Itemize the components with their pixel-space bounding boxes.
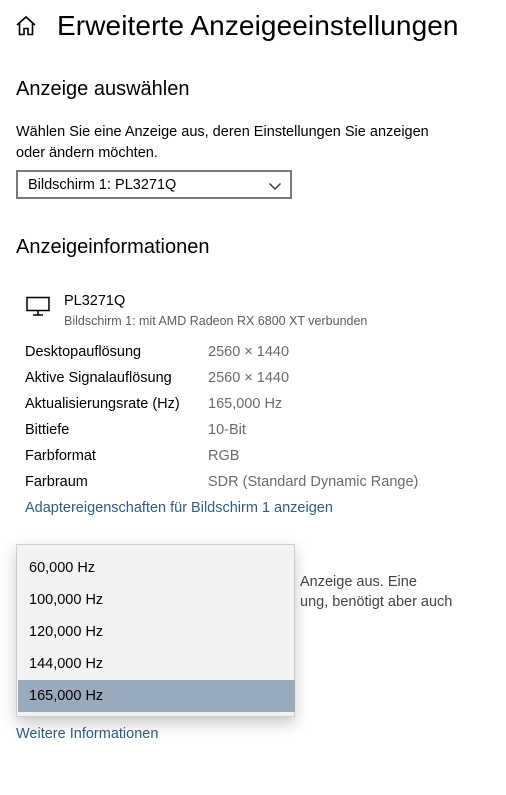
- display-select[interactable]: Bildschirm 1: PL3271Q: [16, 170, 292, 199]
- info-value: 165,000 Hz: [208, 396, 283, 412]
- select-display-heading: Anzeige auswählen: [16, 78, 190, 100]
- select-display-description: Wählen Sie eine Anzeige aus, deren Einst…: [16, 124, 429, 161]
- monitor-name: PL3271Q: [64, 293, 126, 309]
- display-select-value: Bildschirm 1: PL3271Q: [28, 177, 177, 193]
- background-text: ung, benötigt aber auch: [300, 594, 453, 610]
- dropdown-option-selected[interactable]: 165,000 Hz: [18, 680, 295, 712]
- home-icon[interactable]: [14, 14, 38, 38]
- info-label: Bittiefe: [25, 422, 70, 438]
- info-label: Farbformat: [25, 448, 96, 464]
- info-label: Aktive Signalauflösung: [25, 370, 172, 386]
- monitor-icon: [26, 296, 52, 318]
- info-row: Desktopauflösung 2560 × 1440: [25, 344, 495, 366]
- info-value: 2560 × 1440: [208, 344, 290, 360]
- info-row: Bittiefe 10-Bit: [25, 422, 495, 444]
- page-title: Erweiterte Anzeigeeinstellungen: [57, 10, 459, 41]
- info-label: Farbraum: [25, 474, 88, 490]
- display-info-heading: Anzeigeinformationen: [16, 236, 210, 258]
- info-value: SDR (Standard Dynamic Range): [208, 474, 419, 490]
- refresh-rate-dropdown[interactable]: 60,000 Hz 100,000 Hz 120,000 Hz 144,000 …: [16, 544, 295, 717]
- info-row: Aktualisierungsrate (Hz) 165,000 Hz: [25, 396, 495, 418]
- dropdown-option[interactable]: 144,000 Hz: [18, 648, 295, 680]
- info-value: RGB: [208, 448, 240, 464]
- info-label: Desktopauflösung: [25, 344, 142, 360]
- background-text: Anzeige aus. Eine: [300, 574, 417, 590]
- dropdown-option[interactable]: 120,000 Hz: [18, 616, 295, 648]
- info-row: Farbraum SDR (Standard Dynamic Range): [25, 474, 495, 496]
- info-value: 2560 × 1440: [208, 370, 290, 386]
- settings-page: Erweiterte Anzeigeeinstellungen Anzeige …: [0, 0, 506, 795]
- info-label: Aktualisierungsrate (Hz): [25, 396, 180, 412]
- monitor-subtitle: Bildschirm 1: mit AMD Radeon RX 6800 XT …: [64, 314, 368, 328]
- dropdown-option[interactable]: 60,000 Hz: [18, 552, 295, 584]
- info-row: Aktive Signalauflösung 2560 × 1440: [25, 370, 495, 392]
- dropdown-option[interactable]: 100,000 Hz: [18, 584, 295, 616]
- chevron-down-icon: [268, 179, 282, 193]
- info-row: Farbformat RGB: [25, 448, 495, 470]
- info-value: 10-Bit: [208, 422, 246, 438]
- adapter-properties-link[interactable]: Adaptereigenschaften für Bildschirm 1 an…: [25, 500, 333, 516]
- more-info-link[interactable]: Weitere Informationen: [16, 726, 158, 742]
